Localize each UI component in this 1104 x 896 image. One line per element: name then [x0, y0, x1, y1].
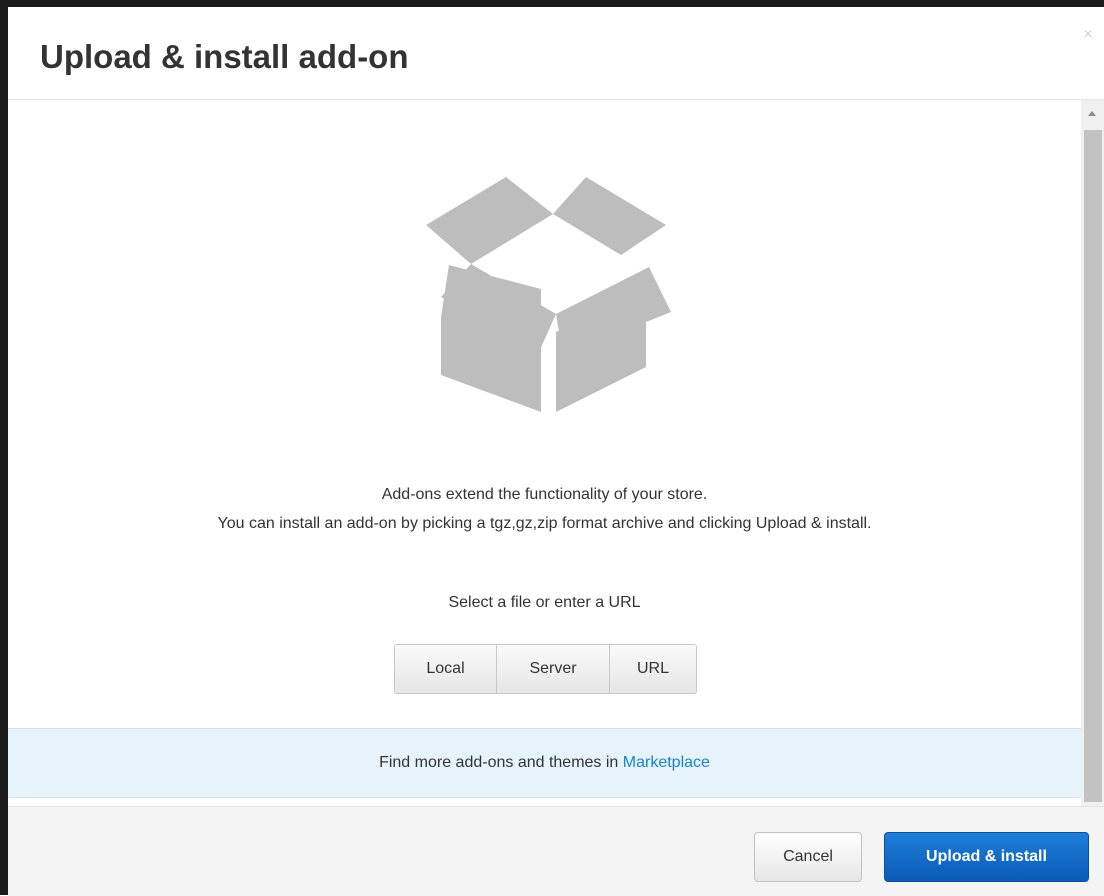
intro-text: Add-ons extend the functionality of your…	[8, 480, 1081, 538]
marketplace-text: Find more add-ons and themes in	[379, 754, 623, 771]
dialog-footer: Cancel Upload & install	[8, 806, 1104, 896]
marketplace-link[interactable]: Marketplace	[623, 754, 710, 771]
local-button[interactable]: Local	[394, 644, 497, 694]
upload-addon-dialog: Upload & install add-on × Add-ons extend…	[8, 7, 1104, 896]
intro-line-1: Add-ons extend the functionality of your…	[381, 486, 708, 503]
marketplace-info-bar: Find more add-ons and themes in Marketpl…	[8, 728, 1081, 798]
dialog-title: Upload & install add-on	[40, 38, 409, 75]
open-box-icon	[426, 177, 671, 412]
server-button[interactable]: Server	[496, 644, 610, 694]
scrollbar[interactable]	[1081, 100, 1104, 806]
source-button-group: Local Server URL	[394, 644, 697, 694]
upload-install-button[interactable]: Upload & install	[884, 832, 1089, 882]
intro-line-2: You can install an add-on by picking a t…	[217, 515, 872, 532]
screen: Upload & install add-on × Add-ons extend…	[0, 0, 1104, 896]
close-icon[interactable]: ×	[1082, 27, 1094, 43]
cancel-button[interactable]: Cancel	[754, 832, 862, 882]
scrollbar-thumb[interactable]	[1084, 130, 1102, 802]
dialog-header: Upload & install add-on ×	[8, 7, 1104, 100]
window-edge-top	[0, 0, 1104, 7]
scroll-up-arrow-icon[interactable]	[1088, 111, 1096, 116]
dialog-body: Add-ons extend the functionality of your…	[8, 100, 1081, 806]
window-edge-left	[0, 0, 8, 895]
source-label: Select a file or enter a URL	[448, 594, 641, 611]
url-button[interactable]: URL	[609, 644, 697, 694]
